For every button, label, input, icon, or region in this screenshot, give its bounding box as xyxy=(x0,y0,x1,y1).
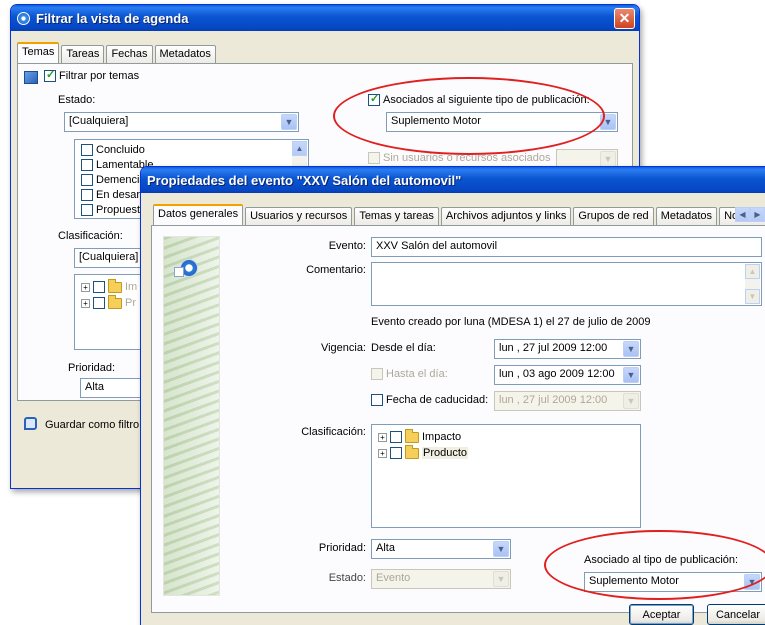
estado-label: Estado: xyxy=(58,94,96,106)
tab-tareas[interactable]: Tareas xyxy=(61,45,105,63)
tab-fechas[interactable]: Fechas xyxy=(106,45,153,63)
estado-value: Evento xyxy=(376,572,411,584)
created-info: Evento creado por luna (MDESA 1) el 27 d… xyxy=(371,316,651,328)
close-icon[interactable]: ✕ xyxy=(614,8,635,29)
chevron-down-icon[interactable]: ▼ xyxy=(281,114,297,130)
caducidad-checkbox[interactable] xyxy=(371,394,383,407)
cancel-button[interactable]: Cancelar xyxy=(707,604,765,625)
highlight-ellipse xyxy=(544,530,765,600)
tab-archivos[interactable]: Archivos adjuntos y links xyxy=(440,207,572,225)
filter-window-titlebar[interactable]: Filtrar la vista de agenda ✕ xyxy=(11,5,639,31)
tab-temas-tareas[interactable]: Temas y tareas xyxy=(354,207,439,225)
prioridad-label: Prioridad: xyxy=(68,362,116,374)
desde-label: Desde el día: xyxy=(371,342,436,354)
scroll-up-icon[interactable]: ▲ xyxy=(292,141,307,156)
caducidad-date-picker[interactable]: lun , 27 jul 2009 12:00 ▼ xyxy=(494,391,641,411)
tab-usuarios-recursos[interactable]: Usuarios y recursos xyxy=(245,207,353,225)
filter-tabs: Temas Tareas Fechas Metadatos xyxy=(17,42,216,63)
comentario-label: Comentario: xyxy=(306,264,366,276)
hasta-value: lun , 03 ago 2009 12:00 xyxy=(499,368,615,380)
clasificacion-label: Clasificación: xyxy=(58,230,123,242)
tree-item-impacto[interactable]: + Impacto xyxy=(378,428,634,445)
expand-icon[interactable]: + xyxy=(378,432,387,442)
side-banner xyxy=(163,236,220,596)
calendar-icon xyxy=(174,267,184,277)
prioridad-value: Alta xyxy=(85,381,104,393)
desde-date-picker[interactable]: lun , 27 jul 2009 12:00 ▼ xyxy=(494,339,641,359)
chevron-down-icon: ▼ xyxy=(600,151,616,167)
tree-checkbox[interactable] xyxy=(390,431,402,443)
copy-icon xyxy=(24,71,38,84)
tree: + Impacto + Producto xyxy=(372,425,640,465)
list-item[interactable]: Concluido xyxy=(81,143,302,158)
estado-combo[interactable]: Evento ▼ xyxy=(371,569,511,589)
event-window-titlebar[interactable]: Propiedades del evento "XXV Salón del au… xyxy=(141,167,765,193)
no-users-checkbox[interactable] xyxy=(368,152,380,165)
save-filter-link[interactable]: Guardar como filtro pr xyxy=(45,419,152,431)
chevron-down-icon[interactable]: ▼ xyxy=(493,541,509,557)
hasta-date-picker[interactable]: lun , 03 ago 2009 12:00 ▼ xyxy=(494,365,641,385)
tab-metadatos[interactable]: Metadatos xyxy=(154,45,216,63)
clasificacion-label: Clasificación: xyxy=(301,426,366,438)
evento-value: XXV Salón del automovil xyxy=(376,240,498,252)
scroll-up-icon[interactable]: ▲ xyxy=(745,264,760,279)
caducidad-label: Fecha de caducidad: xyxy=(386,394,489,406)
filter-topics-checkbox[interactable] xyxy=(44,68,56,83)
app-icon xyxy=(17,11,30,25)
tree-item-producto[interactable]: + Producto xyxy=(378,444,634,461)
tab-scroll-arrows[interactable]: ◀ ▶ xyxy=(735,207,765,224)
save-filter-icon xyxy=(24,417,37,430)
tab-metadatos[interactable]: Metadatos xyxy=(655,207,718,225)
evento-label: Evento: xyxy=(328,240,366,252)
tab-datos-generales[interactable]: Datos generales xyxy=(153,204,244,225)
caducidad-value: lun , 27 jul 2009 12:00 xyxy=(499,394,608,406)
event-tabs: Datos generales Usuarios y recursos Tema… xyxy=(153,204,765,225)
evento-input[interactable]: XXV Salón del automovil xyxy=(371,237,762,257)
prioridad-label: Prioridad: xyxy=(318,542,366,554)
event-window-title: Propiedades del evento "XXV Salón del au… xyxy=(147,172,462,188)
chevron-down-icon[interactable]: ▼ xyxy=(623,367,639,383)
filter-topics-label: Filtrar por temas xyxy=(59,70,140,82)
hasta-checkbox[interactable] xyxy=(371,368,383,381)
prioridad-combo[interactable]: Alta ▼ xyxy=(371,539,511,559)
caducidad-row: Fecha de caducidad: xyxy=(371,394,489,407)
prioridad-value: Alta xyxy=(376,542,395,554)
chevron-right-icon[interactable]: ▶ xyxy=(750,207,765,222)
chevron-down-icon: ▼ xyxy=(623,393,639,409)
accept-button[interactable]: Aceptar xyxy=(629,604,694,625)
highlight-ellipse xyxy=(333,77,605,155)
desde-value: lun , 27 jul 2009 12:00 xyxy=(499,342,608,354)
folder-icon xyxy=(108,278,122,293)
scroll-down-icon[interactable]: ▼ xyxy=(745,289,760,304)
expand-icon[interactable]: + xyxy=(81,282,90,292)
estado-combo[interactable]: [Cualquiera] ▼ xyxy=(64,112,299,132)
tree-checkbox[interactable] xyxy=(390,447,402,459)
comentario-textarea[interactable]: ▲ ▼ xyxy=(371,262,762,306)
chevron-down-icon[interactable]: ▼ xyxy=(623,341,639,357)
hasta-row: Hasta el día: xyxy=(371,368,448,381)
scrollbar[interactable]: ▲ ▼ xyxy=(745,264,760,304)
expand-icon[interactable]: + xyxy=(81,298,90,308)
chevron-left-icon[interactable]: ◀ xyxy=(735,207,750,222)
estado-combo-value: [Cualquiera] xyxy=(69,115,129,127)
expand-icon[interactable]: + xyxy=(378,448,387,458)
vigencia-label: Vigencia: xyxy=(320,342,366,354)
filter-window-title: Filtrar la vista de agenda xyxy=(36,10,189,26)
tab-temas[interactable]: Temas xyxy=(17,42,60,63)
folder-icon xyxy=(405,428,419,443)
clasificacion-tree[interactable]: + Impacto + Producto xyxy=(371,424,641,528)
folder-icon xyxy=(108,294,122,309)
tab-grupos-red[interactable]: Grupos de red xyxy=(573,207,654,225)
filter-topics-row: Filtrar por temas xyxy=(44,68,140,83)
chevron-down-icon: ▼ xyxy=(493,571,509,587)
hasta-label: Hasta el día: xyxy=(386,368,448,380)
clasificacion-value: [Cualquiera] xyxy=(79,251,139,263)
folder-icon xyxy=(405,444,419,459)
estado-label: Estado: xyxy=(328,572,366,584)
